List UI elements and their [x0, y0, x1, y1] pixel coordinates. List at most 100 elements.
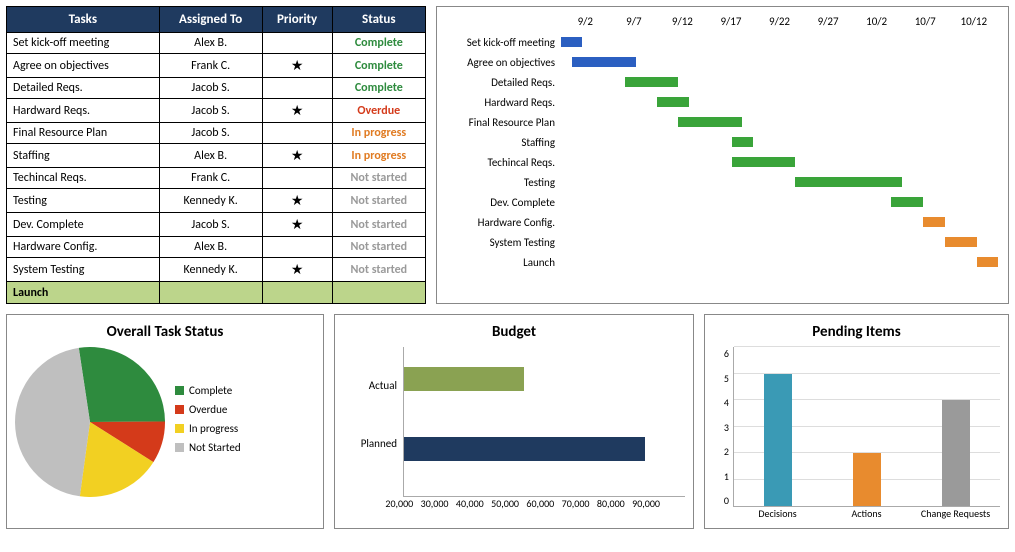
gantt-row: Techincal Reqs.: [441, 152, 998, 172]
assigned-cell: Alex B.: [159, 33, 262, 54]
status-title: Overall Task Status: [15, 323, 315, 341]
pie-legend: CompleteOverdueIn progressNot Started: [175, 384, 241, 460]
status-cell: Complete: [332, 33, 425, 54]
assigned-cell: Alex B.: [159, 237, 262, 258]
table-header: Status: [332, 7, 425, 33]
gantt-row: Testing: [441, 172, 998, 192]
gantt-label: Set kick-off meeting: [441, 36, 561, 49]
budget-tick: 30,000: [421, 497, 456, 510]
table-row[interactable]: Techincal Reqs. Frank C. Not started: [7, 168, 426, 189]
star-icon: ★: [291, 102, 304, 119]
legend-label: Complete: [189, 384, 232, 397]
star-icon: ★: [291, 216, 304, 233]
gantt-date: 10/7: [901, 15, 950, 28]
assigned-cell: Kennedy K.: [159, 258, 262, 282]
pending-ytick: 2: [713, 445, 729, 458]
priority-cell: ★: [262, 54, 332, 78]
gantt-row: Set kick-off meeting: [441, 32, 998, 52]
status-cell: In progress: [332, 123, 425, 144]
task-cell: System Testing: [7, 258, 160, 282]
budget-label-actual: Actual: [343, 379, 397, 392]
status-cell: Not started: [332, 168, 425, 189]
table-row[interactable]: Final Resource Plan Jacob S. In progress: [7, 123, 426, 144]
pending-ytick: 3: [713, 421, 729, 434]
legend-swatch: [175, 424, 184, 433]
priority-cell: ★: [262, 189, 332, 213]
task-cell: Hardware Config.: [7, 237, 160, 258]
table-row[interactable]: Hardward Reqs. Jacob S. ★ Overdue: [7, 99, 426, 123]
gantt-date: 9/17: [707, 15, 756, 28]
gantt-row: Hardware Config.: [441, 212, 998, 232]
gantt-row: System Testing: [441, 232, 998, 252]
pending-ytick: 4: [713, 396, 729, 409]
legend-item: Not Started: [175, 441, 241, 454]
pie-chart: [15, 347, 165, 497]
assigned-cell: Jacob S.: [159, 213, 262, 237]
table-row[interactable]: System Testing Kennedy K. ★ Not started: [7, 258, 426, 282]
budget-tick: 50,000: [491, 497, 526, 510]
legend-item: Overdue: [175, 403, 241, 416]
gantt-bar: [923, 217, 944, 227]
pending-bar: [853, 453, 881, 506]
gantt-label: Dev. Complete: [441, 196, 561, 209]
pending-xtick: Decisions: [733, 507, 822, 520]
pie-slice: [79, 347, 165, 422]
assigned-cell: Frank C.: [159, 168, 262, 189]
pending-title: Pending Items: [713, 323, 1000, 341]
gantt-bar: [891, 197, 923, 207]
priority-cell: [262, 123, 332, 144]
table-row[interactable]: Detailed Reqs. Jacob S. Complete: [7, 78, 426, 99]
budget-tick: 70,000: [562, 497, 597, 510]
gantt-label: Techincal Reqs.: [441, 156, 561, 169]
gantt-label: Agree on objectives: [441, 56, 561, 69]
table-row[interactable]: Agree on objectives Frank C. ★ Complete: [7, 54, 426, 78]
gantt-date: 10/12: [950, 15, 999, 28]
gantt-bar: [561, 37, 582, 47]
table-header: Priority: [262, 7, 332, 33]
gantt-row: Launch: [441, 252, 998, 272]
task-cell: Techincal Reqs.: [7, 168, 160, 189]
gantt-label: Launch: [441, 256, 561, 269]
status-pie-card: Overall Task Status CompleteOverdueIn pr…: [6, 314, 324, 529]
table-header: Tasks: [7, 7, 160, 33]
legend-swatch: [175, 405, 184, 414]
table-row[interactable]: Dev. Complete Jacob S. ★ Not started: [7, 213, 426, 237]
gantt-bar: [945, 237, 977, 247]
table-row[interactable]: Set kick-off meeting Alex B. Complete: [7, 33, 426, 54]
table-row[interactable]: Testing Kennedy K. ★ Not started: [7, 189, 426, 213]
table-row[interactable]: Staffing Alex B. ★ In progress: [7, 144, 426, 168]
pending-xtick: Actions: [822, 507, 911, 520]
table-row[interactable]: Hardware Config. Alex B. Not started: [7, 237, 426, 258]
pending-card: Pending Items 0123456 DecisionsActionsCh…: [704, 314, 1009, 529]
launch-row[interactable]: Launch: [7, 282, 426, 304]
pending-ytick: 6: [713, 347, 729, 360]
task-cell: Detailed Reqs.: [7, 78, 160, 99]
priority-cell: [262, 237, 332, 258]
task-cell: Staffing: [7, 144, 160, 168]
status-cell: Complete: [332, 78, 425, 99]
priority-cell: [262, 33, 332, 54]
legend-swatch: [175, 386, 184, 395]
gantt-date: 9/2: [561, 15, 610, 28]
gantt-row: Staffing: [441, 132, 998, 152]
assigned-cell: Jacob S.: [159, 99, 262, 123]
gantt-row: Detailed Reqs.: [441, 72, 998, 92]
gantt-bar: [572, 57, 636, 67]
gantt-label: System Testing: [441, 236, 561, 249]
gantt-bar: [977, 257, 998, 267]
gantt-label: Staffing: [441, 136, 561, 149]
budget-title: Budget: [343, 323, 685, 341]
star-icon: ★: [291, 192, 304, 209]
gantt-label: Hardware Config.: [441, 216, 561, 229]
task-cell: Set kick-off meeting: [7, 33, 160, 54]
gantt-bar: [732, 137, 753, 147]
gantt-label: Detailed Reqs.: [441, 76, 561, 89]
gantt-bar: [625, 77, 678, 87]
gantt-bar: [732, 157, 796, 167]
status-cell: Complete: [332, 54, 425, 78]
priority-cell: ★: [262, 213, 332, 237]
assigned-cell: Alex B.: [159, 144, 262, 168]
task-cell: Dev. Complete: [7, 213, 160, 237]
tasks-table: TasksAssigned ToPriorityStatus Set kick-…: [6, 6, 426, 304]
budget-tick: 80,000: [597, 497, 632, 510]
